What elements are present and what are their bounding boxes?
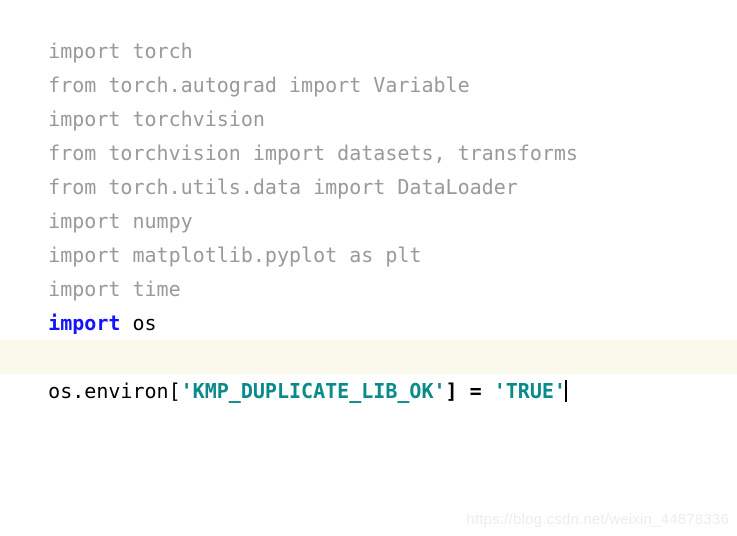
text-caret — [564, 380, 567, 402]
code-line-import-os[interactable]: import os — [0, 272, 737, 335]
code-line[interactable]: from torch.autograd import Variable — [0, 34, 737, 97]
code-line[interactable]: import matplotlib.pyplot as plt — [0, 204, 737, 267]
module-name-os: os — [132, 311, 157, 335]
assignment-operator: = — [457, 379, 494, 403]
close-bracket: ] — [445, 379, 458, 403]
code-line[interactable]: import torch — [0, 0, 737, 63]
code-line-active[interactable]: os.environ['KMP_DUPLICATE_LIB_OK'] = 'TR… — [0, 340, 737, 403]
code-expression-prefix: os.environ[ — [48, 379, 181, 403]
code-line[interactable]: import torchvision — [0, 68, 737, 131]
code-line[interactable]: from torch.utils.data import DataLoader — [0, 136, 737, 199]
string-literal-value: 'TRUE' — [493, 379, 566, 403]
code-line[interactable]: import time — [0, 238, 737, 301]
code-editor-pane[interactable]: import torch from torch.autograd import … — [0, 0, 737, 536]
watermark-url: https://blog.csdn.net/weixin_44878336 — [466, 511, 729, 528]
code-line[interactable]: import numpy — [0, 170, 737, 233]
code-line[interactable]: from torchvision import datasets, transf… — [0, 102, 737, 165]
keyword-import: import — [48, 311, 121, 335]
string-literal-key: 'KMP_DUPLICATE_LIB_OK' — [180, 379, 446, 403]
